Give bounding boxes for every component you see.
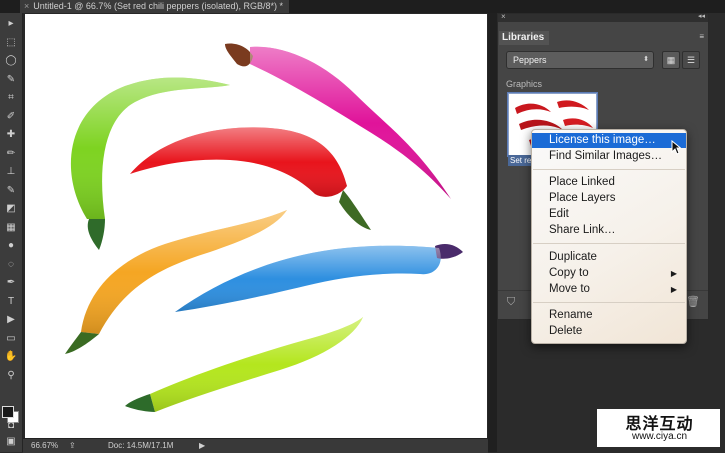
document-tab-bar: × Untitled-1 @ 66.7% (Set red chili peppe…	[0, 0, 725, 13]
menu-item-label: Duplicate	[549, 251, 597, 263]
lasso-tool-icon[interactable]: ◯	[4, 54, 18, 67]
menu-item-label: Place Linked	[549, 176, 615, 188]
trash-icon[interactable]: 🗑	[686, 295, 700, 309]
crop-tool-icon[interactable]: ⌗	[4, 91, 18, 104]
library-select[interactable]: Peppers ⬍	[506, 51, 654, 69]
menu-item-edit[interactable]: Edit	[532, 207, 686, 222]
add-graphic-icon[interactable]: ⛉	[504, 295, 518, 309]
red-pepper	[130, 127, 371, 230]
menu-item-find-similar[interactable]: Find Similar Images…	[532, 149, 686, 164]
mouse-cursor-icon	[671, 140, 681, 155]
watermark: 思洋互动 www.ciya.cn	[597, 409, 720, 447]
share-icon[interactable]: ⇪	[69, 439, 76, 453]
shape-tool-icon[interactable]: ▭	[4, 332, 18, 345]
grid-view-icon[interactable]: ▦	[662, 51, 680, 69]
zoom-tool-icon[interactable]: ⚲	[4, 369, 18, 382]
pen-tool-icon[interactable]: ✒	[4, 276, 18, 289]
menu-item-label: Delete	[549, 325, 583, 337]
document-canvas[interactable]	[25, 14, 487, 438]
history-brush-tool-icon[interactable]: ✎	[4, 184, 18, 197]
list-view-icon[interactable]: ☰	[682, 51, 700, 69]
blue-pepper	[175, 244, 463, 312]
status-bar: 66.67% ⇪ Doc: 14.5M/17.1M ▶	[23, 438, 488, 453]
menu-item-label: Copy to	[549, 267, 589, 279]
document-tab[interactable]: × Untitled-1 @ 66.7% (Set red chili peppe…	[20, 0, 290, 13]
screen-mode-icon[interactable]: ▣	[4, 435, 18, 448]
path-select-tool-icon[interactable]: ▶	[4, 313, 18, 326]
menu-item-share-link[interactable]: Share Link…	[532, 223, 686, 238]
panel-gutter	[488, 13, 497, 452]
move-tool-icon[interactable]: ▸	[4, 17, 18, 30]
watermark-url: www.ciya.cn	[631, 431, 687, 442]
quick-mask-icon[interactable]: ◘	[4, 419, 18, 432]
healing-brush-tool-icon[interactable]: ✚	[4, 128, 18, 141]
panel-header-bar: × ◂◂	[498, 12, 708, 22]
panel-menu-icon[interactable]: ≡	[699, 32, 704, 41]
menu-item-label: Rename	[549, 309, 593, 321]
gradient-tool-icon[interactable]: ▦	[4, 221, 18, 234]
document-tab-close-icon[interactable]: ×	[24, 1, 29, 11]
menu-item-duplicate[interactable]: Duplicate	[532, 250, 686, 265]
marquee-tool-icon[interactable]: ⬚	[4, 36, 18, 49]
menu-separator	[533, 243, 685, 244]
submenu-arrow-icon: ▶	[670, 285, 677, 294]
blur-tool-icon[interactable]: ●	[4, 239, 18, 252]
menu-item-place-layers[interactable]: Place Layers	[532, 191, 686, 206]
foreground-color-swatch[interactable]	[2, 406, 14, 418]
menu-item-copy-to[interactable]: Copy to ▶	[532, 266, 686, 281]
select-arrows-icon: ⬍	[643, 56, 649, 63]
quick-select-tool-icon[interactable]: ✎	[4, 73, 18, 86]
menu-item-label: Edit	[549, 208, 569, 220]
graphics-section-label: Graphics	[506, 79, 543, 89]
submenu-arrow-icon: ▶	[670, 269, 677, 278]
eyedropper-tool-icon[interactable]: ✐	[4, 110, 18, 123]
panel-collapse-icon[interactable]: ◂◂	[698, 12, 705, 20]
menu-item-move-to[interactable]: Move to ▶	[532, 282, 686, 297]
library-select-value: Peppers	[513, 55, 547, 65]
menu-item-label: Share Link…	[549, 224, 616, 236]
yellow-green-pepper	[125, 317, 363, 412]
dodge-tool-icon[interactable]: ◌	[4, 258, 18, 271]
eraser-tool-icon[interactable]: ◩	[4, 202, 18, 215]
menu-item-label: Place Layers	[549, 192, 616, 204]
menu-item-label: License this image…	[549, 134, 656, 146]
menu-item-delete[interactable]: Delete	[532, 324, 686, 339]
menu-item-label: Move to	[549, 283, 590, 295]
menu-item-rename[interactable]: Rename	[532, 308, 686, 323]
menu-item-place-linked[interactable]: Place Linked	[532, 175, 686, 190]
menu-separator	[533, 169, 685, 170]
context-menu: License this image… Find Similar Images……	[531, 129, 687, 344]
tools-panel: ◘ ▣ ▸ ⬚ ◯ ✎ ⌗ ✐ ✚ ✏ ⊥ ✎ ◩ ▦ ● ◌ ✒ T ▶ ▭ ✋ ⚲	[0, 13, 23, 452]
zoom-level[interactable]: 66.67%	[31, 439, 58, 453]
menu-item-label: Find Similar Images…	[549, 150, 663, 162]
tab-libraries[interactable]: Libraries	[499, 31, 549, 45]
status-menu-arrow-icon[interactable]: ▶	[199, 439, 205, 453]
document-size: Doc: 14.5M/17.1M	[108, 441, 174, 450]
menu-item-license-image[interactable]: License this image…	[532, 133, 686, 148]
menu-separator	[533, 302, 685, 303]
panel-close-icon[interactable]: ×	[501, 12, 506, 21]
peppers-artwork	[65, 43, 463, 412]
brush-tool-icon[interactable]: ✏	[4, 147, 18, 160]
clone-stamp-tool-icon[interactable]: ⊥	[4, 165, 18, 178]
type-tool-icon[interactable]: T	[4, 295, 18, 308]
document-tab-title: Untitled-1 @ 66.7% (Set red chili pepper…	[33, 1, 284, 11]
hand-tool-icon[interactable]: ✋	[4, 350, 18, 363]
